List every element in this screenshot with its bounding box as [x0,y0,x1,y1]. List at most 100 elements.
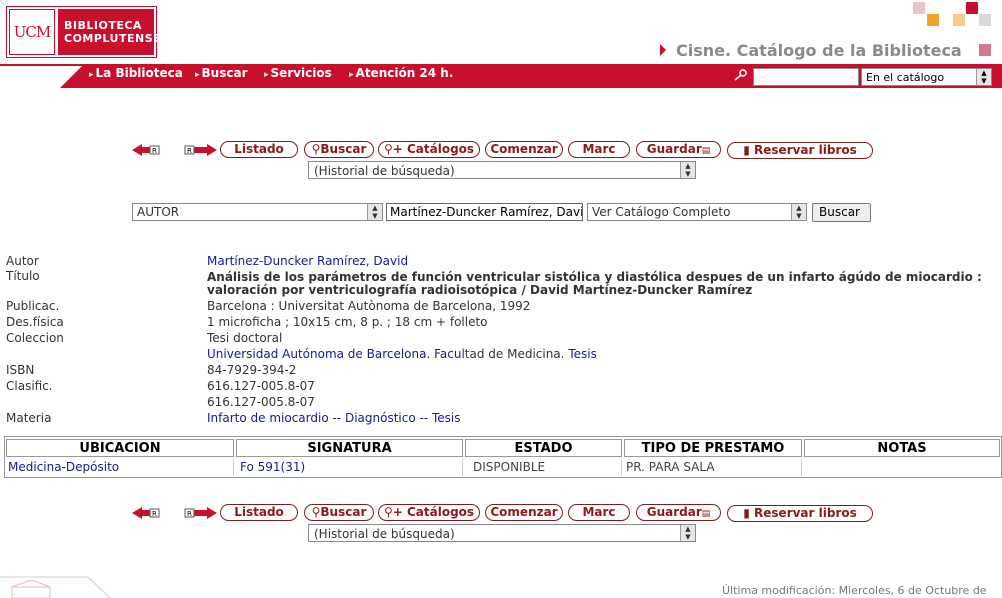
buscar-button-label: Buscar [320,505,367,519]
reservar-button-label: Reservar libros [754,506,857,520]
value-clasif-1: 616.127-005.8-07 [207,379,315,393]
col-header-notas: NOTAS [804,439,1000,457]
ucm-logo-mark: UCM [9,9,55,55]
label-titulo: Título [6,269,40,283]
cell-tipo-prestamo: PR. PARA SALA [624,459,802,476]
search-key-icon [733,69,747,84]
nav-item-atencion[interactable]: Atención 24 h. [349,66,454,83]
previous-record-icon[interactable]: R [132,506,166,520]
catalog-title: Cisne. Catálogo de la Biblioteca [676,41,962,60]
col-header-ubicacion: UBICACION [6,439,234,457]
label-publicac: Publicac. [6,299,60,313]
label-clasif: Clasific. [6,379,53,393]
save-icon: ▤ [701,509,711,519]
reservar-libros-button[interactable]: ▮ Reservar libros [727,505,873,522]
next-record-icon[interactable]: R [183,506,217,520]
cell-signatura[interactable]: Fo 591(31) [236,459,463,476]
toolbar-top: R R Listado ⚲Buscar ⚲+ Catálogos Comenza… [0,140,1002,185]
search-history-select[interactable]: (Historial de búsqueda) ▲ ▼ [308,524,696,542]
listado-button[interactable]: Listado [220,141,298,158]
value-isbn: 84-7929-394-2 [207,363,297,377]
reservar-libros-button[interactable]: ▮ Reservar libros [727,142,873,159]
svg-text:R: R [152,510,157,518]
catalogos-button-label: + Catálogos [392,505,475,519]
value-desfisica: 1 microficha ; 10x15 cm, 8 p. ; 18 cm + … [207,315,488,329]
comenzar-button[interactable]: Comenzar [485,141,563,158]
value-clasif-2: 616.127-005.8-07 [207,395,315,409]
guardar-button-label: Guardar [646,505,702,519]
decor-square [953,14,965,26]
cell-notas [804,459,1000,476]
title-bullet-icon [660,44,666,56]
search-field-select[interactable]: AUTOR ▲ ▼ [132,203,383,221]
toolbar-bottom: R R Listado ⚲Buscar ⚲+ Catálogos Comenza… [0,503,1002,548]
value-materia[interactable]: Infarto de miocardio -- Diagnóstico -- T… [207,411,460,425]
value-coleccion-1: Tesi doctoral [207,331,283,345]
comenzar-button[interactable]: Comenzar [485,504,563,521]
coleccion-university-link[interactable]: Universidad Autónoma de Barcelona. Facu [207,347,461,361]
search-history-value: (Historial de búsqueda) [314,527,455,541]
chevron-updown-icon: ▲ ▼ [791,204,806,220]
buscar-button[interactable]: ⚲Buscar [304,141,374,158]
value-coleccion-2: Universidad Autónoma de Barcelona. Facul… [207,347,597,361]
value-autor[interactable]: Martínez-Duncker Ramírez, David [207,254,408,268]
marc-button[interactable]: Marc [568,504,630,521]
book-icon: ▮ [743,506,750,520]
chevron-updown-icon: ▲ ▼ [367,204,382,220]
guardar-button[interactable]: Guardar▤ [636,141,721,158]
svg-text:R: R [187,147,192,155]
listado-button[interactable]: Listado [220,504,298,521]
book-icon: ▮ [743,143,750,157]
nav-scope-select[interactable]: En el catálogo ▲ ▼ [861,68,992,86]
nav-bar-slant [60,66,82,88]
svg-text:R: R [187,510,192,518]
col-header-signatura: SIGNATURA [236,439,463,457]
catalogos-button-label: + Catálogos [392,142,475,156]
label-materia: Materia [6,411,52,425]
nav-scope-value: En el catálogo [866,71,945,84]
nav-search-input[interactable] [753,68,859,86]
search-field-value: AUTOR [137,205,180,219]
holdings-table: UBICACION SIGNATURA ESTADO TIPO DE PREST… [4,436,1002,478]
building-watermark-icon [0,576,110,598]
search-history-value: (Historial de búsqueda) [314,164,455,178]
value-titulo-line2: valoración por ventriculografía radioiso… [207,283,753,297]
coleccion-tesis-link[interactable]: Tesis [568,347,597,361]
nav-item-buscar[interactable]: Buscar [195,66,248,83]
next-record-icon[interactable]: R [183,143,217,157]
previous-record-icon[interactable]: R [132,143,166,157]
label-desfisica: Des.física [6,315,64,329]
catalogos-button[interactable]: ⚲+ Catálogos [378,504,480,521]
catalog-select-value: Ver Catálogo Completo [592,205,731,219]
cell-ubicacion[interactable]: Medicina-Depósito [6,459,234,476]
value-titulo-line1: Análisis de los parámetros de función ve… [207,270,982,284]
decor-square [913,2,925,14]
reservar-button-label: Reservar libros [754,143,857,157]
guardar-button[interactable]: Guardar▤ [636,504,721,521]
logo-line-2: COMPLUTENSE [64,32,162,45]
col-header-tipo-prestamo: TIPO DE PRESTAMO [624,439,802,457]
nav-item-la-biblioteca[interactable]: La Biblioteca [89,66,183,83]
catalogos-button[interactable]: ⚲+ Catálogos [378,141,480,158]
buscar-button-label: Buscar [320,142,367,156]
coleccion-faculty-text: ltad de Medicina. [461,347,565,361]
marc-button[interactable]: Marc [568,141,630,158]
decor-square [979,44,991,56]
decor-square [966,2,978,14]
value-publicac: Barcelona : Universitat Autònoma de Barc… [207,299,531,313]
save-icon: ▤ [701,146,711,156]
catalog-select[interactable]: Ver Catálogo Completo ▲ ▼ [587,203,807,221]
decor-square [927,14,939,26]
search-history-select[interactable]: (Historial de búsqueda) ▲ ▼ [308,161,696,179]
col-header-estado: ESTADO [465,439,622,457]
search-submit-button[interactable]: Buscar [812,203,871,222]
library-logo[interactable]: UCM BIBLIOTECA COMPLUTENSE [6,6,162,58]
label-autor: Autor [6,254,39,268]
last-modified: Última modificación: Miercoles, 6 de Oct… [722,584,987,598]
nav-item-servicios[interactable]: Servicios [264,66,332,83]
label-coleccion: Coleccion [6,331,64,345]
svg-text:R: R [152,147,157,155]
buscar-button[interactable]: ⚲Buscar [304,504,374,521]
search-query-input[interactable]: Martínez-Duncker Ramírez, David [386,203,583,221]
search-icon: ⚲ [383,142,393,156]
